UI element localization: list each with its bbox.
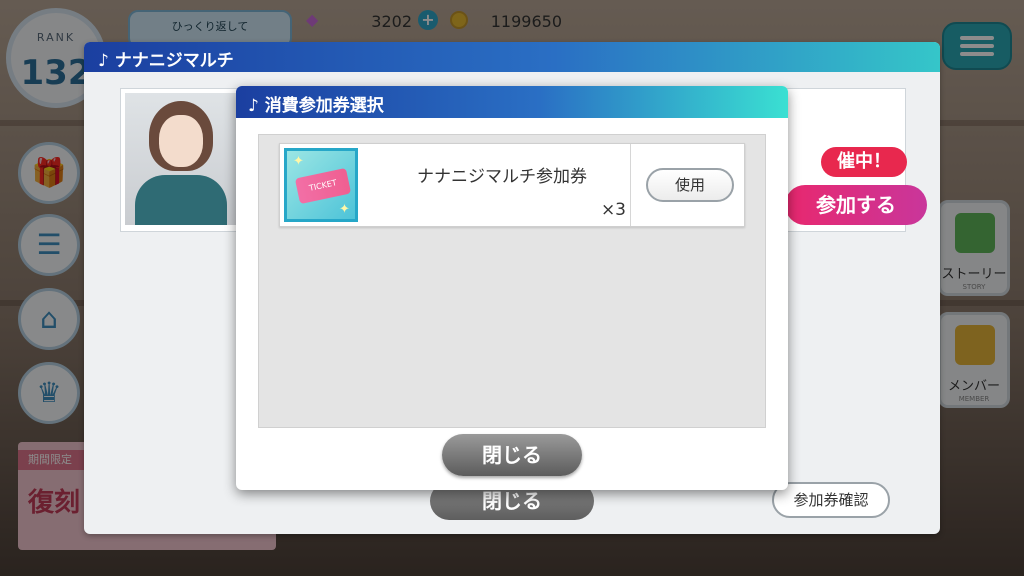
photo-body bbox=[135, 175, 227, 225]
ticket-select-dialog: ♪ 消費参加券選択 TICKET ✦ ✦ ナナニジマルチ参加券 ×3 使用 閉じ… bbox=[236, 86, 788, 490]
photo-face bbox=[159, 115, 203, 167]
ticket-select-header: ♪ 消費参加券選択 bbox=[236, 86, 788, 118]
ticket-quantity: ×3 bbox=[600, 200, 626, 220]
event-dialog-title: ♪ ナナニジマルチ bbox=[98, 51, 234, 71]
close-button[interactable]: 閉じる bbox=[442, 434, 582, 476]
use-ticket-button[interactable]: 使用 bbox=[646, 168, 734, 202]
ticket-stub: TICKET bbox=[294, 167, 352, 205]
list-item: TICKET ✦ ✦ ナナニジマルチ参加券 ×3 使用 bbox=[279, 143, 745, 227]
event-held-badge: 催中！ bbox=[821, 147, 907, 177]
sparkle-icon: ✦ bbox=[293, 154, 304, 169]
ticket-icon: TICKET ✦ ✦ bbox=[284, 148, 358, 222]
member-photo bbox=[125, 93, 237, 225]
ticket-confirm-button[interactable]: 参加券確認 bbox=[772, 482, 890, 518]
join-button[interactable]: 参加する bbox=[785, 185, 927, 225]
ticket-select-title: ♪ 消費参加券選択 bbox=[248, 96, 384, 116]
event-dialog-header: ♪ ナナニジマルチ bbox=[84, 42, 940, 72]
ticket-list[interactable]: TICKET ✦ ✦ ナナニジマルチ参加券 ×3 使用 bbox=[258, 134, 766, 428]
ticket-name: ナナニジマルチ参加券 bbox=[417, 167, 587, 187]
sparkle-icon: ✦ bbox=[339, 202, 350, 217]
row-divider bbox=[630, 144, 631, 226]
